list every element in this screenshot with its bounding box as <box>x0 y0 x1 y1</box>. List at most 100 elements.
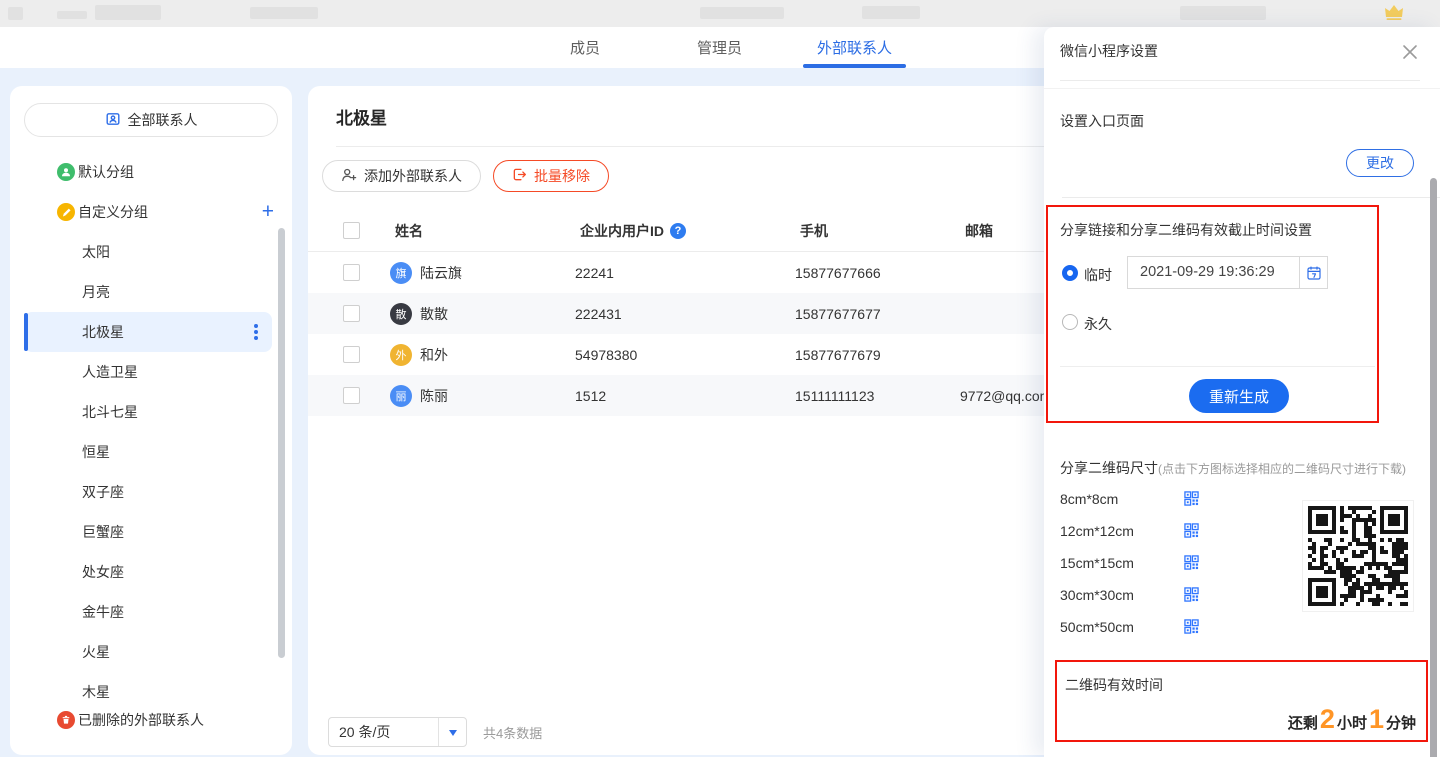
expiry-datetime-input[interactable]: 2021-09-29 19:36:29 <box>1127 256 1300 289</box>
countdown-minutes-unit: 分钟 <box>1386 712 1416 733</box>
sidebar-item-火星[interactable]: 火星 <box>10 632 292 672</box>
total-count: 共4条数据 <box>483 723 542 742</box>
qr-size-label: 50cm*50cm <box>1060 619 1134 635</box>
change-button[interactable]: 更改 <box>1346 149 1414 177</box>
sidebar-item-人造卫星[interactable]: 人造卫星 <box>10 352 292 392</box>
sidebar-item-恒星[interactable]: 恒星 <box>10 432 292 472</box>
countdown-hours: 2 <box>1320 706 1335 733</box>
qr-code-image <box>1302 500 1414 612</box>
divider <box>1060 366 1375 367</box>
sidebar-item-label: 自定义分组 <box>78 202 148 222</box>
qr-download-icon[interactable] <box>1184 587 1199 605</box>
userid-cell: 222431 <box>575 306 795 322</box>
add-person-icon <box>341 167 357 186</box>
countdown-prefix: 还剩 <box>1288 712 1318 733</box>
column-userid: 企业内用户ID ? <box>580 221 800 241</box>
sidebar-item-deleted-contacts[interactable]: 已删除的外部联系人 <box>10 700 292 740</box>
qr-size-label: 30cm*30cm <box>1060 587 1134 603</box>
tab-外部联系人[interactable]: 外部联系人 <box>817 27 892 68</box>
sidebar-item-北极星[interactable]: 北极星 <box>10 312 292 352</box>
qr-download-icon[interactable] <box>1184 523 1199 541</box>
topbar-blob <box>250 7 318 19</box>
tab-成员[interactable]: 成员 <box>570 27 600 68</box>
divider <box>1044 88 1440 89</box>
sidebar-item-default-group[interactable]: 默认分组 <box>10 152 292 192</box>
help-icon[interactable]: ? <box>670 223 686 239</box>
add-external-contact-button[interactable]: 添加外部联系人 <box>322 160 481 192</box>
sidebar-item-label: 处女座 <box>82 562 124 582</box>
crown-icon <box>1384 4 1404 24</box>
name-cell: 外和外 <box>390 344 575 366</box>
panel-scrollbar[interactable] <box>1430 178 1437 757</box>
all-contacts-button[interactable]: 全部联系人 <box>24 103 278 137</box>
sidebar-scrollbar[interactable] <box>278 228 285 658</box>
avatar: 外 <box>390 344 412 366</box>
row-checkbox[interactable] <box>343 264 360 281</box>
sidebar-item-处女座[interactable]: 处女座 <box>10 552 292 592</box>
sidebar-item-label: 金牛座 <box>82 602 124 622</box>
sidebar-item-北斗七星[interactable]: 北斗七星 <box>10 392 292 432</box>
qr-download-icon[interactable] <box>1184 555 1199 573</box>
topbar-blob <box>700 7 784 19</box>
qr-size-title: 分享二维码尺寸 <box>1060 460 1158 476</box>
sidebar-item-label: 月亮 <box>82 282 110 302</box>
topbar-blob <box>95 5 161 20</box>
qr-size-subtitle: (点击下方图标选择相应的二维码尺寸进行下载) <box>1158 462 1406 476</box>
countdown-hours-unit: 小时 <box>1337 712 1367 733</box>
sidebar-item-label: 木星 <box>82 682 110 702</box>
row-checkbox[interactable] <box>343 387 360 404</box>
row-checkbox-cell <box>343 264 390 281</box>
calendar-icon[interactable] <box>1299 256 1328 289</box>
sidebar-item-label: 火星 <box>82 642 110 662</box>
permanent-label: 永久 <box>1084 314 1112 334</box>
sidebar-item-label: 太阳 <box>82 242 110 262</box>
page-size-select[interactable]: 20 条/页 <box>328 717 467 747</box>
row-checkbox-cell <box>343 346 390 363</box>
page-title: 北极星 <box>336 104 387 129</box>
pencil-icon <box>57 203 75 221</box>
radio-permanent[interactable] <box>1062 314 1078 330</box>
column-name: 姓名 <box>390 221 580 241</box>
sidebar-item-label: 北极星 <box>82 322 124 342</box>
qr-download-icon[interactable] <box>1184 491 1199 509</box>
sidebar-item-label: 已删除的外部联系人 <box>78 710 204 730</box>
qr-size-section-title: 分享二维码尺寸(点击下方图标选择相应的二维码尺寸进行下载) <box>1060 458 1406 478</box>
qr-download-icon[interactable] <box>1184 619 1199 637</box>
item-menu-icon[interactable] <box>254 330 258 334</box>
app-window: 成员管理员外部联系人 全部联系人 默认分组 自定义分组 + 太阳月亮北极星人造卫… <box>0 0 1440 757</box>
sidebar-item-金牛座[interactable]: 金牛座 <box>10 592 292 632</box>
close-icon[interactable] <box>1398 40 1422 64</box>
qr-size-label: 15cm*15cm <box>1060 555 1134 571</box>
export-icon <box>512 167 527 185</box>
divider <box>1062 197 1440 198</box>
sidebar-item-太阳[interactable]: 太阳 <box>10 232 292 272</box>
contact-name: 散散 <box>420 304 448 324</box>
miniprogram-settings-panel: 微信小程序设置 设置入口页面 更改 分享链接和分享二维码有效截止时间设置 临时 … <box>1044 27 1440 757</box>
batch-remove-button[interactable]: 批量移除 <box>493 160 609 192</box>
row-checkbox[interactable] <box>343 346 360 363</box>
name-cell: 散散散 <box>390 303 575 325</box>
select-all-checkbox[interactable] <box>343 222 360 239</box>
contacts-sidebar: 全部联系人 默认分组 自定义分组 + 太阳月亮北极星人造卫星北斗七星恒星双子座巨… <box>10 86 292 755</box>
tab-管理员[interactable]: 管理员 <box>697 27 742 68</box>
topbar-blob <box>862 6 920 19</box>
row-checkbox-cell <box>343 305 390 322</box>
radio-temporary[interactable] <box>1062 265 1078 281</box>
trash-icon <box>57 711 75 729</box>
row-checkbox[interactable] <box>343 305 360 322</box>
qr-size-label: 12cm*12cm <box>1060 523 1134 539</box>
selected-indicator <box>24 313 28 351</box>
sidebar-item-月亮[interactable]: 月亮 <box>10 272 292 312</box>
chevron-down-icon <box>438 718 466 746</box>
regenerate-button[interactable]: 重新生成 <box>1189 379 1289 413</box>
sidebar-item-label: 双子座 <box>82 482 124 502</box>
qr-size-label: 8cm*8cm <box>1060 491 1118 507</box>
sidebar-item-巨蟹座[interactable]: 巨蟹座 <box>10 512 292 552</box>
share-expiry-title: 分享链接和分享二维码有效截止时间设置 <box>1060 220 1312 240</box>
sidebar-subitems: 太阳月亮北极星人造卫星北斗七星恒星双子座巨蟹座处女座金牛座火星木星 <box>10 232 292 712</box>
sidebar-item-双子座[interactable]: 双子座 <box>10 472 292 512</box>
phone-cell: 15111111123 <box>795 388 960 404</box>
sidebar-item-custom-group[interactable]: 自定义分组 + <box>10 192 292 232</box>
phone-cell: 15877677679 <box>795 347 960 363</box>
add-group-button[interactable]: + <box>262 200 274 224</box>
